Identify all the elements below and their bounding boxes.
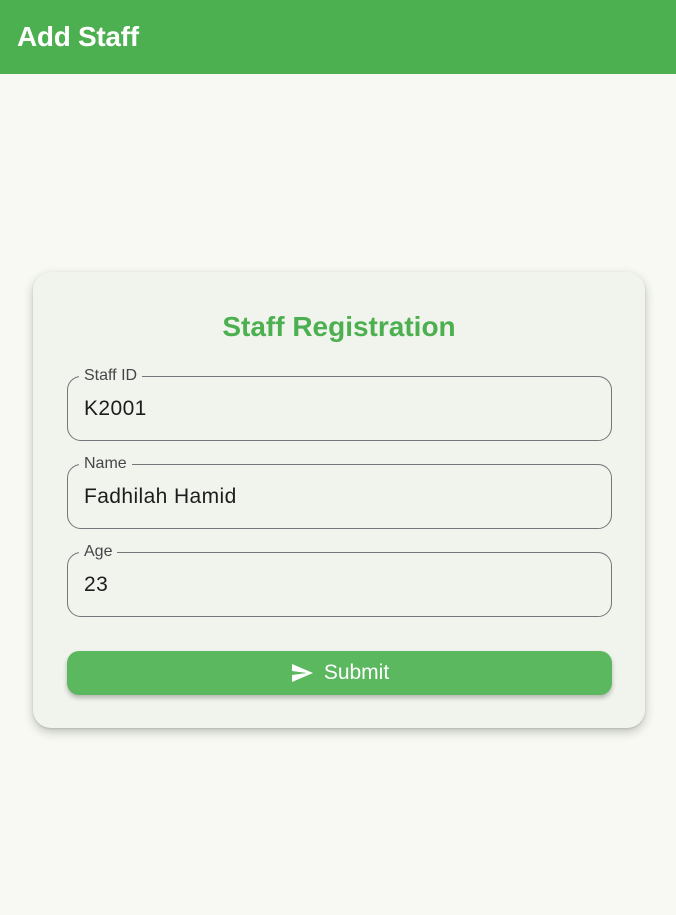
page-title: Add Staff [17, 21, 139, 52]
age-input[interactable] [84, 553, 594, 616]
app-bar: Add Staff [0, 0, 676, 74]
submit-label: Submit [323, 661, 390, 684]
staff-id-field[interactable]: Staff ID [67, 366, 612, 441]
staff-registration-card: Staff Registration Staff ID Name Age Sub… [33, 272, 645, 728]
send-icon [291, 664, 313, 682]
form-title: Staff Registration [222, 311, 456, 342]
name-input[interactable] [84, 465, 594, 528]
staff-id-input[interactable] [84, 377, 594, 440]
name-field[interactable]: Name [67, 454, 612, 529]
age-field[interactable]: Age [67, 542, 612, 617]
submit-button[interactable]: Submit [67, 651, 612, 695]
